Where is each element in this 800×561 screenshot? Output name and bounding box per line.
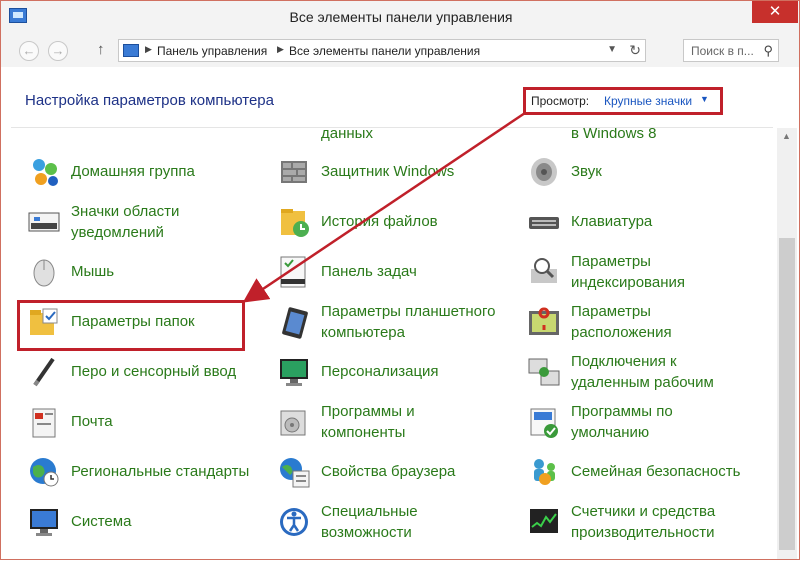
window-frame: Все элементы панели управления ✕ ← → ↑ ▶… <box>0 0 800 560</box>
annotation-arrow <box>242 111 526 303</box>
